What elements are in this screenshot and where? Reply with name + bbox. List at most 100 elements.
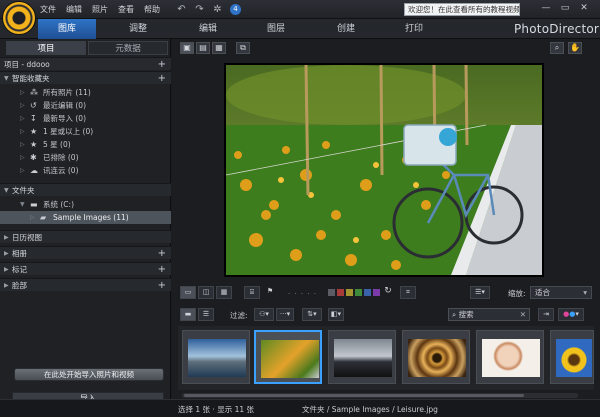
- add-face-icon[interactable]: +: [158, 279, 166, 292]
- sort-menu-button[interactable]: ☰▾: [470, 286, 490, 299]
- list-item[interactable]: ▷ ★ 1 星或以上 (0): [0, 125, 171, 138]
- viewer-mode-button[interactable]: ▣: [180, 42, 194, 54]
- color-label-yellow[interactable]: [346, 289, 353, 296]
- faces-header[interactable]: ▶ 脸部 +: [0, 278, 171, 291]
- grid-mode-button[interactable]: ▦: [212, 42, 226, 54]
- zoom-tool-button[interactable]: ⌕: [550, 42, 564, 54]
- flag-icon[interactable]: ⚑: [262, 286, 278, 299]
- smart-collections-header[interactable]: ▼ 智能收藏夹 +: [0, 71, 171, 84]
- zoom-select[interactable]: 适合 ▾: [530, 286, 592, 299]
- filter-rating-button[interactable]: ···▾: [276, 308, 294, 321]
- list-item[interactable]: ▷ ★ 5 星 (0): [0, 138, 171, 151]
- albums-header[interactable]: ▶ 相册 +: [0, 246, 171, 259]
- pan-hand-button[interactable]: ✋: [568, 42, 582, 54]
- maximize-icon[interactable]: ▭: [559, 3, 571, 14]
- folder-sample-images[interactable]: ▷ ▰ Sample Images (11): [0, 211, 171, 224]
- import-hint-button[interactable]: 在此处开始导入照片和视频: [14, 368, 164, 381]
- list-item[interactable]: ▷ ⁂ 所有照片 (11): [0, 86, 171, 99]
- list-item[interactable]: ▷ ↺ 最近编辑 (0): [0, 99, 171, 112]
- tab-project[interactable]: 项目: [6, 41, 86, 55]
- tab-edit[interactable]: 编辑: [180, 19, 236, 39]
- search-input[interactable]: ⌕ 搜索 ✕: [448, 308, 530, 321]
- collapse-arrow-icon[interactable]: ▼: [4, 184, 9, 197]
- thumbnail-view-button[interactable]: ▬: [180, 308, 196, 321]
- expand-arrow-icon[interactable]: ▷: [20, 125, 25, 138]
- expand-arrow-icon[interactable]: ▶: [4, 263, 9, 276]
- thumbnail[interactable]: [402, 330, 470, 384]
- tab-layers[interactable]: 图层: [248, 19, 304, 39]
- expand-arrow-icon[interactable]: ▷: [20, 138, 25, 151]
- expand-arrow-icon[interactable]: ▶: [4, 279, 9, 292]
- expand-arrow-icon[interactable]: ▷: [30, 211, 35, 224]
- expand-arrow-icon[interactable]: ▶: [4, 247, 9, 260]
- add-tag-icon[interactable]: +: [158, 263, 166, 276]
- browser-mode-button[interactable]: ▤: [196, 42, 210, 54]
- add-album-icon[interactable]: +: [158, 247, 166, 260]
- minimize-icon[interactable]: —: [540, 3, 552, 14]
- color-label-green[interactable]: [355, 289, 362, 296]
- scrollbar-thumb[interactable]: [184, 394, 524, 397]
- collapse-arrow-icon[interactable]: ▼: [20, 198, 25, 211]
- rotate-icon[interactable]: ↻: [380, 286, 396, 299]
- color-label-purple[interactable]: [373, 289, 380, 296]
- tab-library[interactable]: 图库: [38, 19, 96, 39]
- thumbnail[interactable]: [182, 330, 250, 384]
- tab-print[interactable]: 打印: [386, 19, 442, 39]
- rating-dots[interactable]: · · · · ·: [288, 290, 317, 298]
- share-button[interactable]: ●●▾: [558, 308, 584, 321]
- undo-icon[interactable]: ↶: [176, 4, 187, 15]
- expand-arrow-icon[interactable]: ▶: [4, 231, 9, 244]
- close-icon[interactable]: ✕: [578, 3, 590, 14]
- color-labels[interactable]: [328, 289, 380, 296]
- tab-create[interactable]: 创建: [318, 19, 374, 39]
- folders-header[interactable]: ▼ 文件夹: [0, 183, 171, 196]
- sort-order-button[interactable]: ⇅▾: [302, 308, 322, 321]
- face-tag-button[interactable]: ⌸: [244, 286, 260, 299]
- stack-button[interactable]: ◧▾: [328, 308, 344, 321]
- menu-edit[interactable]: 编辑: [66, 4, 82, 15]
- tab-metadata[interactable]: 元数据: [88, 41, 168, 55]
- list-item[interactable]: ▷ ↧ 最新导入 (0): [0, 112, 171, 125]
- compare-two-button[interactable]: ◫: [198, 286, 214, 299]
- second-display-button[interactable]: ⧉: [236, 42, 250, 54]
- color-label-blue[interactable]: [364, 289, 371, 296]
- list-item[interactable]: ▷ ✱ 已排除 (0): [0, 151, 171, 164]
- redo-icon[interactable]: ↷: [194, 4, 205, 15]
- thumbnail-selected[interactable]: [254, 330, 322, 384]
- project-header[interactable]: 项目 - ddooo +: [0, 57, 171, 70]
- add-collection-icon[interactable]: +: [158, 72, 166, 85]
- update-badge-icon[interactable]: 4: [230, 4, 241, 15]
- tutorial-notice[interactable]: 欢迎您！在此查看所有的教程视频！: [404, 3, 520, 16]
- list-item[interactable]: ▷ ☁ 讯连云 (0): [0, 164, 171, 177]
- calendar-view-header[interactable]: ▶ 日历视图: [0, 230, 171, 243]
- add-project-icon[interactable]: +: [158, 58, 166, 71]
- expand-arrow-icon[interactable]: ▷: [20, 151, 25, 164]
- tab-adjust[interactable]: 调整: [110, 19, 166, 39]
- color-label-red[interactable]: [337, 289, 344, 296]
- settings-gear-icon[interactable]: ✲: [212, 4, 223, 15]
- menu-file[interactable]: 文件: [40, 4, 56, 15]
- crop-button[interactable]: ⌗: [400, 286, 416, 299]
- menu-view[interactable]: 查看: [118, 4, 134, 15]
- filter-people-button[interactable]: ⚇▾: [254, 308, 274, 321]
- expand-arrow-icon[interactable]: ▷: [20, 86, 25, 99]
- compare-multi-button[interactable]: ▦: [216, 286, 232, 299]
- folder-system[interactable]: ▼ ▬ 系统 (C:): [0, 198, 171, 211]
- clear-search-icon[interactable]: ✕: [520, 309, 526, 320]
- thumbnail[interactable]: [550, 330, 594, 384]
- thumbnail-scrollbar[interactable]: [182, 393, 578, 398]
- expand-arrow-icon[interactable]: ▷: [20, 99, 25, 112]
- main-photo[interactable]: [226, 65, 542, 275]
- list-view-button[interactable]: ☰: [198, 308, 214, 321]
- collapse-arrow-icon[interactable]: ▼: [4, 72, 9, 85]
- export-icon[interactable]: ⇥: [538, 308, 554, 321]
- menu-help[interactable]: 帮助: [144, 4, 160, 15]
- thumbnail[interactable]: [476, 330, 544, 384]
- expand-arrow-icon[interactable]: ▷: [20, 164, 25, 177]
- expand-arrow-icon[interactable]: ▷: [20, 112, 25, 125]
- color-label-none[interactable]: [328, 289, 335, 296]
- tags-header[interactable]: ▶ 标记 +: [0, 262, 171, 275]
- thumbnail[interactable]: [328, 330, 396, 384]
- menu-photo[interactable]: 照片: [92, 4, 108, 15]
- single-view-button[interactable]: ▭: [180, 286, 196, 299]
